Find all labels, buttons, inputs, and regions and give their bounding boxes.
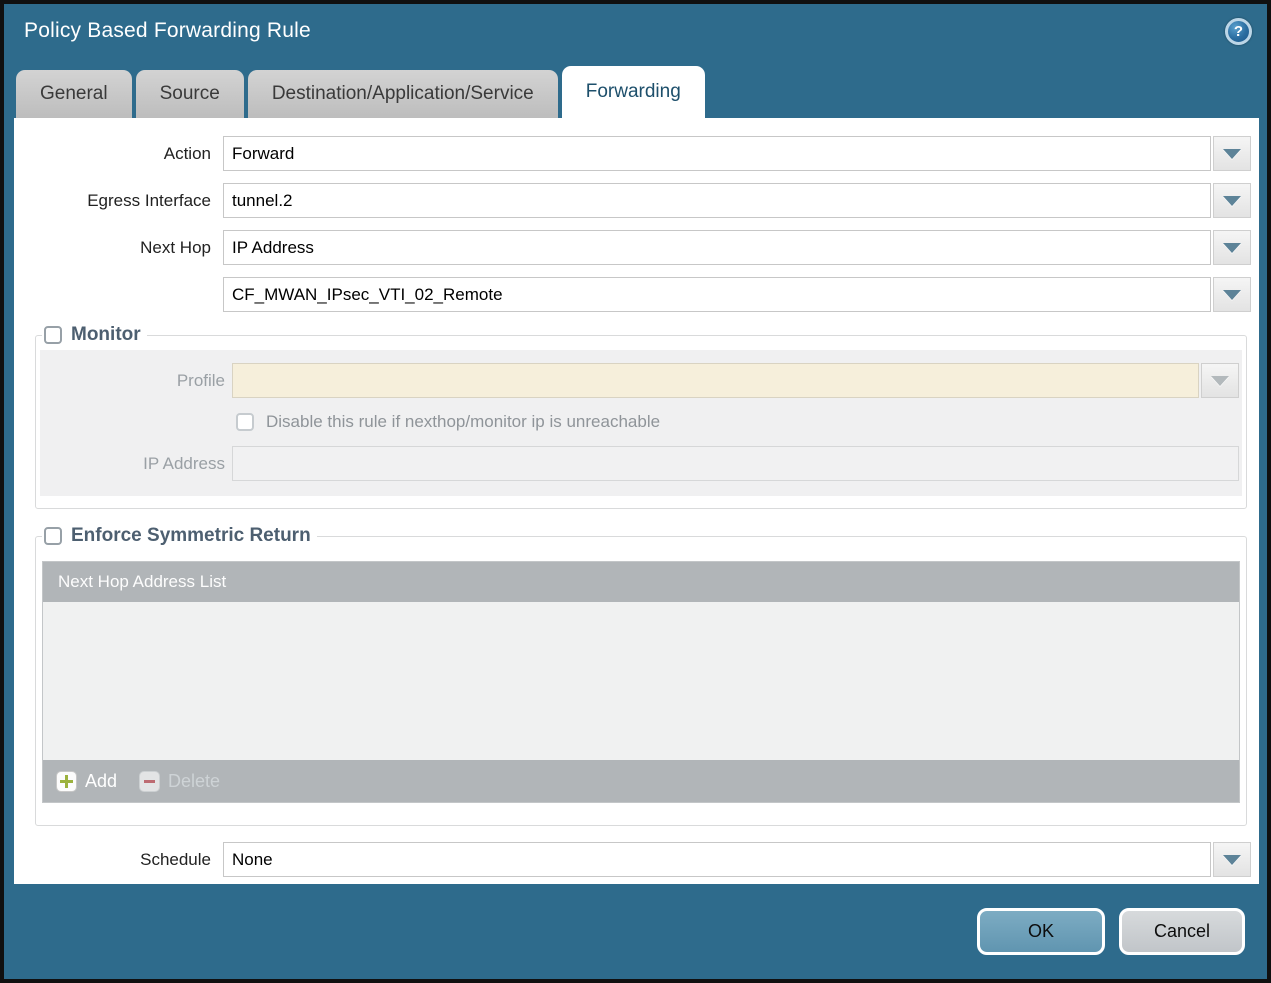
minus-icon (139, 771, 160, 792)
delete-button[interactable]: Delete (139, 771, 220, 792)
monitor-legend: Monitor (42, 324, 147, 346)
next-hop-type-dropdown-button[interactable] (1213, 230, 1251, 265)
schedule-label: Schedule (14, 850, 223, 870)
disable-rule-checkbox[interactable] (236, 413, 254, 431)
forwarding-tab-panel: Action Egress Interface Next Hop Moni (14, 118, 1259, 884)
profile-dropdown-button[interactable] (1201, 363, 1239, 398)
next-hop-type-input[interactable] (223, 230, 1211, 265)
disable-rule-row: Disable this rule if nexthop/monitor ip … (236, 412, 1239, 432)
profile-row: Profile (40, 363, 1239, 398)
ok-button[interactable]: OK (977, 908, 1105, 955)
monitor-ip-address-label: IP Address (40, 454, 232, 474)
schedule-input[interactable] (223, 842, 1211, 877)
schedule-dropdown-button[interactable] (1213, 842, 1251, 877)
monitor-checkbox[interactable] (44, 326, 62, 344)
dialog-title: Policy Based Forwarding Rule (24, 19, 311, 43)
add-button[interactable]: Add (56, 771, 117, 792)
chevron-down-icon (1223, 243, 1241, 253)
monitor-legend-label: Monitor (71, 324, 141, 346)
next-hop-row: Next Hop (14, 230, 1259, 265)
next-hop-address-list-toolbar: Add Delete (43, 760, 1239, 802)
enforce-symmetric-return-section: Enforce Symmetric Return Next Hop Addres… (35, 525, 1247, 826)
action-input[interactable] (223, 136, 1211, 171)
add-button-label: Add (85, 771, 117, 792)
cancel-button[interactable]: Cancel (1119, 908, 1245, 955)
tab-general[interactable]: General (16, 70, 132, 118)
action-dropdown-button[interactable] (1213, 136, 1251, 171)
chevron-down-icon (1223, 855, 1241, 865)
next-hop-label: Next Hop (14, 238, 223, 258)
title-bar: Policy Based Forwarding Rule ? (4, 4, 1267, 58)
tab-destination-application-service[interactable]: Destination/Application/Service (248, 70, 558, 118)
egress-interface-label: Egress Interface (14, 191, 223, 211)
enforce-symmetric-return-legend-label: Enforce Symmetric Return (71, 525, 311, 547)
tab-general-label: General (40, 83, 108, 105)
egress-interface-row: Egress Interface (14, 183, 1259, 218)
action-label: Action (14, 144, 223, 164)
monitor-section: Monitor Profile Disable this rule if nex… (35, 324, 1247, 509)
enforce-symmetric-return-checkbox[interactable] (44, 527, 62, 545)
next-hop-address-list-header: Next Hop Address List (43, 562, 1239, 602)
chevron-down-icon (1211, 376, 1229, 386)
delete-button-label: Delete (168, 771, 220, 792)
enforce-symmetric-return-legend: Enforce Symmetric Return (42, 525, 317, 547)
monitor-ip-address-input[interactable] (232, 446, 1239, 481)
next-hop-address-input[interactable] (223, 277, 1211, 312)
next-hop-address-list-table: Next Hop Address List Add Delete (42, 561, 1240, 803)
egress-interface-dropdown-button[interactable] (1213, 183, 1251, 218)
chevron-down-icon (1223, 149, 1241, 159)
monitor-ip-address-row: IP Address (40, 446, 1239, 481)
tab-source[interactable]: Source (136, 70, 244, 118)
tab-forwarding[interactable]: Forwarding (562, 66, 705, 118)
tab-source-label: Source (160, 83, 220, 105)
profile-input[interactable] (232, 363, 1199, 398)
disable-rule-label: Disable this rule if nexthop/monitor ip … (266, 412, 660, 432)
chevron-down-icon (1223, 196, 1241, 206)
monitor-panel: Profile Disable this rule if nexthop/mon… (40, 350, 1242, 496)
schedule-row: Schedule (14, 842, 1259, 877)
tab-forwarding-label: Forwarding (586, 81, 681, 103)
next-hop-address-dropdown-button[interactable] (1213, 277, 1251, 312)
help-icon[interactable]: ? (1225, 18, 1252, 45)
plus-icon (56, 771, 77, 792)
next-hop-address-list-body[interactable] (43, 602, 1239, 760)
profile-label: Profile (40, 371, 232, 391)
egress-interface-input[interactable] (223, 183, 1211, 218)
tab-bar: General Source Destination/Application/S… (4, 58, 1267, 118)
next-hop-address-row (14, 277, 1259, 312)
tab-destination-label: Destination/Application/Service (272, 83, 534, 105)
chevron-down-icon (1223, 290, 1241, 300)
policy-based-forwarding-rule-dialog: Policy Based Forwarding Rule ? General S… (0, 0, 1271, 983)
dialog-footer: OK Cancel (4, 884, 1267, 979)
action-row: Action (14, 136, 1259, 171)
